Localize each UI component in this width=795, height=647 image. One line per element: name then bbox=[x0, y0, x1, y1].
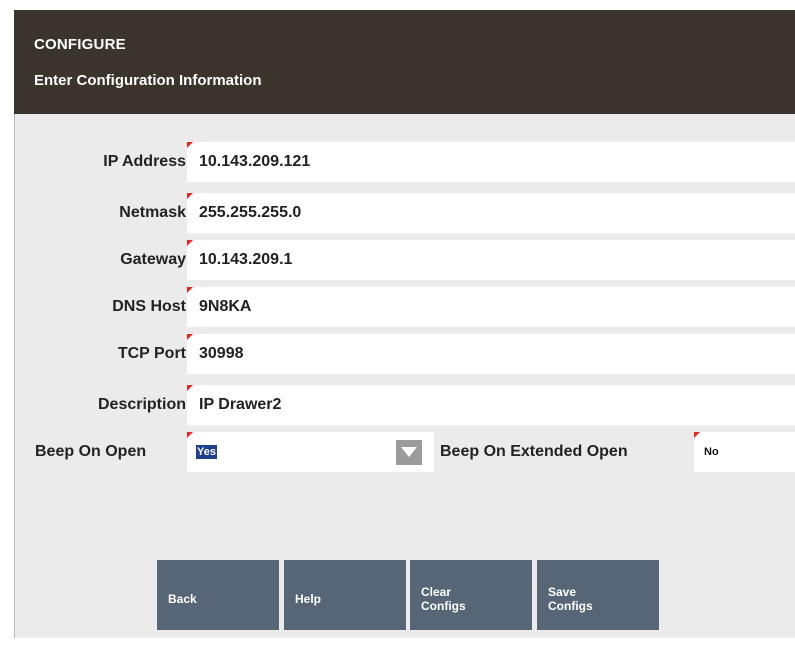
dropdown-arrow-button[interactable] bbox=[396, 440, 422, 465]
ip-address-label: IP Address bbox=[103, 153, 186, 170]
required-marker-icon bbox=[187, 432, 193, 438]
configure-screen: CONFIGURE Enter Configuration Informatio… bbox=[0, 0, 795, 647]
beep-on-extended-open-value: No bbox=[704, 446, 719, 458]
gateway-field[interactable] bbox=[187, 240, 795, 280]
beep-on-extended-open-label: Beep On Extended Open bbox=[440, 443, 628, 460]
required-marker-icon bbox=[187, 334, 193, 340]
required-marker-icon bbox=[187, 193, 193, 199]
gateway-label: Gateway bbox=[120, 251, 186, 268]
required-marker-icon bbox=[187, 287, 193, 293]
page-subtitle: Enter Configuration Information bbox=[34, 72, 262, 89]
required-marker-icon bbox=[187, 142, 193, 148]
page-title: CONFIGURE bbox=[34, 36, 126, 53]
back-button[interactable]: Back bbox=[157, 560, 279, 630]
netmask-label: Netmask bbox=[119, 204, 186, 221]
help-button[interactable]: Help bbox=[284, 560, 406, 630]
header-bar: CONFIGURE Enter Configuration Informatio… bbox=[14, 10, 795, 114]
description-field[interactable] bbox=[187, 385, 795, 425]
description-label: Description bbox=[97, 396, 186, 413]
chevron-down-icon bbox=[401, 447, 417, 457]
ip-address-field[interactable] bbox=[187, 142, 795, 182]
beep-on-extended-open-field[interactable]: No bbox=[694, 432, 795, 472]
clear-configs-button[interactable]: Clear Configs bbox=[410, 560, 532, 630]
required-marker-icon bbox=[187, 240, 193, 246]
save-configs-button[interactable]: Save Configs bbox=[537, 560, 659, 630]
tcp-port-field[interactable] bbox=[187, 334, 795, 374]
required-marker-icon bbox=[187, 385, 193, 391]
tcp-port-label: TCP Port bbox=[117, 345, 186, 362]
beep-on-open-select[interactable]: Yes bbox=[187, 432, 434, 472]
required-marker-icon bbox=[694, 432, 700, 438]
dns-host-field[interactable] bbox=[187, 287, 795, 327]
dns-host-label: DNS Host bbox=[112, 298, 186, 315]
netmask-field[interactable] bbox=[187, 193, 795, 233]
beep-on-open-selected-value: Yes bbox=[196, 445, 217, 459]
